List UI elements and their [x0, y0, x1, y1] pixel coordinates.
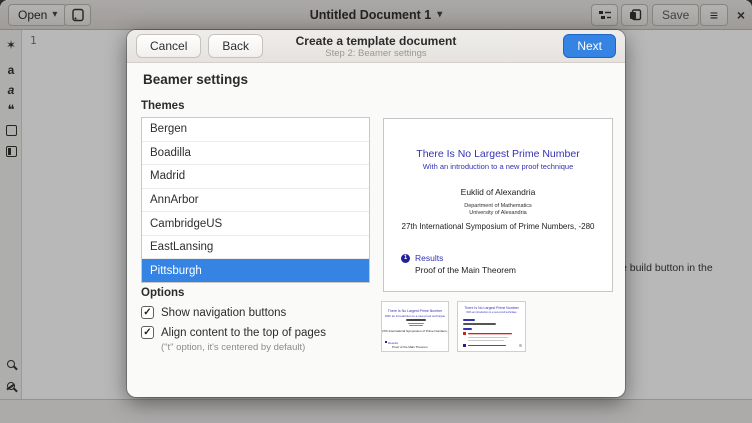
- slide-thumbnail-1[interactable]: There Is No Largest Prime Number With an…: [381, 301, 449, 352]
- checkbox-checked[interactable]: ✓: [141, 326, 154, 339]
- option-note: ("t" option, it's centered by default): [161, 342, 305, 353]
- option-label: Align content to the top of pages: [161, 327, 326, 339]
- cancel-button[interactable]: Cancel: [136, 34, 201, 58]
- slide-institute-line2: University of Alexandria: [384, 210, 612, 216]
- thumb-red-bullet: [463, 332, 466, 335]
- thumb-proof-bar: [463, 328, 472, 330]
- options-label: Options: [141, 287, 184, 299]
- app-window: Open ▾ Untitled Document 1 ▾: [0, 0, 752, 423]
- option-show-navigation[interactable]: ✓ Show navigation buttons: [141, 306, 286, 319]
- thumb-text-bar: [463, 323, 496, 325]
- slide-author: Euklid of Alexandria: [384, 187, 612, 197]
- thumb-title: There Is No Largest Prime Number: [382, 309, 448, 313]
- thumb-inst-bar: [409, 325, 423, 326]
- dialog-headerbar: Cancel Back Create a template document S…: [127, 30, 625, 63]
- thumb-nav-dot: [519, 344, 522, 347]
- themes-label: Themes: [141, 100, 184, 112]
- checkbox-checked[interactable]: ✓: [141, 306, 154, 319]
- theme-row-bergen[interactable]: Bergen: [142, 118, 369, 142]
- thumb-inst-bar: [408, 323, 424, 324]
- next-button-label: Next: [577, 39, 602, 53]
- slide-date: 27th International Symposium of Prime Nu…: [384, 222, 612, 231]
- thumb-date: 27th International Symposium of Prime Nu…: [382, 329, 448, 333]
- cancel-button-label: Cancel: [150, 39, 187, 53]
- dialog-title: Create a template document: [296, 34, 457, 48]
- slide-preview: There Is No Largest Prime Number With an…: [383, 118, 613, 292]
- thumb-theorem-bar: [463, 319, 475, 321]
- theme-row-boadilla[interactable]: Boadilla: [142, 142, 369, 166]
- thumb-subtitle: With an introduction to a new proof tech…: [458, 311, 525, 314]
- toc-section: Results: [415, 253, 443, 263]
- thumb-toc-bullet: [385, 341, 387, 343]
- dialog-subtitle: Step 2: Beamer settings: [325, 48, 426, 59]
- thumb-dim-bar: [468, 337, 508, 338]
- thumb-dim-bar: [468, 340, 504, 341]
- theme-row-annarbor[interactable]: AnnArbor: [142, 189, 369, 213]
- theme-row-eastlansing[interactable]: EastLansing: [142, 236, 369, 260]
- option-align-top[interactable]: ✓ Align content to the top of pages: [141, 326, 326, 339]
- theme-row-cambridgeus[interactable]: CambridgeUS: [142, 212, 369, 236]
- slide-title: There Is No Largest Prime Number: [384, 148, 612, 160]
- slide-thumbnail-2[interactable]: There Is No Largest Prime Number With an…: [457, 301, 526, 352]
- thumb-author-bar: [406, 319, 426, 321]
- thumb-title: There Is No Largest Prime Number: [458, 306, 525, 310]
- option-label: Show navigation buttons: [161, 307, 286, 319]
- template-dialog: Cancel Back Create a template document S…: [127, 30, 625, 397]
- theme-list: BergenBoadillaMadridAnnArborCambridgeUSE…: [141, 117, 370, 283]
- next-button[interactable]: Next: [563, 34, 616, 58]
- toc-subsection: Proof of the Main Theorem: [415, 265, 516, 275]
- slide-subtitle: With an introduction to a new proof tech…: [384, 162, 612, 171]
- slide-toc-row: 1 Results: [401, 253, 443, 263]
- thumb-red-text-bar: [468, 333, 512, 334]
- section-heading: Beamer settings: [143, 72, 248, 87]
- toc-number-badge: 1: [401, 254, 410, 263]
- thumb-text-bar: [468, 345, 506, 347]
- thumb-toc-subsection: Proof of the Main Theorem: [392, 345, 428, 349]
- slide-institute-line1: Department of Mathematics: [384, 203, 612, 209]
- dialog-title-box: Create a template document Step 2: Beame…: [247, 30, 505, 63]
- theme-row-madrid[interactable]: Madrid: [142, 165, 369, 189]
- back-button[interactable]: Back: [208, 34, 263, 58]
- theme-row-pittsburgh[interactable]: Pittsburgh: [142, 259, 369, 282]
- back-button-label: Back: [222, 39, 249, 53]
- thumb-subtitle: With an introduction to a new proof tech…: [382, 314, 448, 318]
- thumb-blue-bullet: [463, 344, 466, 347]
